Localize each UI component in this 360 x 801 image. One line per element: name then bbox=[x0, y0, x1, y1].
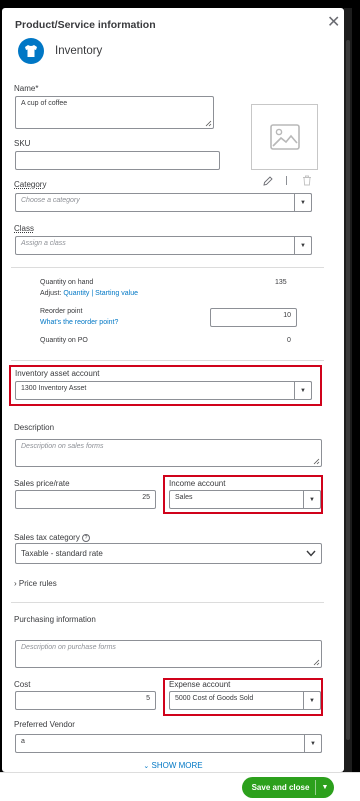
resize-handle-icon[interactable] bbox=[313, 458, 320, 465]
sales-price-field[interactable]: 25 bbox=[15, 490, 156, 509]
sales-price-value: 25 bbox=[142, 494, 150, 501]
reorder-point-label: Reorder point bbox=[40, 308, 83, 315]
category-select[interactable]: Choose a category ▼ bbox=[15, 193, 312, 212]
reorder-help-link[interactable]: What's the reorder point? bbox=[40, 319, 118, 326]
name-field[interactable]: A cup of coffee bbox=[15, 96, 214, 129]
quantity-on-po-label: Quantity on PO bbox=[40, 337, 88, 344]
scrollbar-thumb[interactable] bbox=[346, 40, 350, 740]
name-value: A cup of coffee bbox=[21, 100, 68, 107]
sales-tax-select[interactable]: Taxable - standard rate bbox=[15, 543, 322, 564]
trash-icon[interactable] bbox=[302, 175, 312, 186]
save-and-close-button[interactable]: Save and close ▼ bbox=[242, 777, 334, 798]
description-field[interactable]: Description on sales forms bbox=[15, 439, 322, 467]
class-placeholder: Assign a class bbox=[21, 240, 66, 247]
category-label: Category bbox=[14, 180, 47, 189]
class-label: Class bbox=[14, 224, 35, 233]
highlight-expense-account bbox=[163, 678, 323, 716]
caret-down-icon: ▼ bbox=[310, 740, 316, 747]
price-rules-label: Price rules bbox=[18, 579, 57, 588]
product-service-panel: Product/Service information ✕ Inventory … bbox=[2, 8, 344, 772]
help-icon[interactable]: ? bbox=[82, 533, 91, 542]
caret-down-icon: ▼ bbox=[300, 199, 306, 206]
sku-label: SKU bbox=[14, 139, 31, 148]
description-placeholder: Description on sales forms bbox=[21, 443, 104, 450]
resize-handle-icon[interactable] bbox=[205, 120, 212, 127]
show-more-label: SHOW MORE bbox=[151, 761, 203, 770]
quantity-on-po-value: 0 bbox=[287, 337, 291, 344]
chevron-right-icon: › bbox=[14, 579, 17, 588]
shirt-icon bbox=[25, 45, 37, 57]
adjust-separator: | bbox=[91, 290, 94, 297]
quantity-on-hand-value: 135 bbox=[275, 279, 287, 286]
sales-price-label: Sales price/rate bbox=[14, 479, 70, 488]
preferred-vendor-label: Preferred Vendor bbox=[14, 720, 75, 729]
preferred-vendor-value: a bbox=[21, 738, 25, 745]
chevron-down-icon bbox=[306, 550, 316, 557]
sales-tax-value: Taxable - standard rate bbox=[21, 549, 103, 558]
resize-handle-icon[interactable] bbox=[313, 659, 320, 666]
adjust-starting-value-link[interactable]: Starting value bbox=[95, 290, 138, 297]
item-type-label: Inventory bbox=[55, 45, 103, 57]
sales-tax-label-text: Sales tax category bbox=[14, 533, 80, 542]
product-image-placeholder[interactable] bbox=[251, 104, 318, 170]
sku-field[interactable] bbox=[15, 151, 220, 170]
close-icon[interactable]: ✕ bbox=[327, 15, 340, 31]
chevron-down-icon: ⌄ bbox=[143, 763, 150, 770]
sales-tax-label: Sales tax category ? bbox=[14, 533, 91, 542]
image-icon bbox=[269, 124, 300, 150]
reorder-point-field[interactable]: 10 bbox=[210, 308, 297, 327]
adjust-row: Adjust: Quantity | Starting value bbox=[40, 290, 138, 297]
save-and-close-label: Save and close bbox=[251, 783, 310, 792]
purchase-description-field[interactable]: Description on purchase forms bbox=[15, 640, 322, 668]
highlight-income-account bbox=[163, 475, 323, 514]
reorder-point-value: 10 bbox=[283, 312, 291, 319]
edit-pencil-icon[interactable] bbox=[263, 176, 273, 186]
section-divider bbox=[11, 267, 324, 268]
category-placeholder: Choose a category bbox=[21, 197, 80, 204]
adjust-quantity-link[interactable]: Quantity bbox=[63, 290, 89, 297]
quantity-on-hand-label: Quantity on hand bbox=[40, 279, 94, 286]
purchase-description-placeholder: Description on purchase forms bbox=[21, 644, 116, 651]
caret-down-icon: ▼ bbox=[300, 242, 306, 249]
section-divider bbox=[11, 602, 324, 603]
preferred-vendor-dropdown-button[interactable]: ▼ bbox=[304, 734, 322, 753]
cost-label: Cost bbox=[14, 680, 31, 689]
adjust-prefix: Adjust: bbox=[40, 290, 62, 297]
inventory-type-icon[interactable] bbox=[18, 38, 44, 64]
name-label: Name* bbox=[14, 84, 39, 93]
class-select[interactable]: Assign a class ▼ bbox=[15, 236, 312, 255]
panel-footer: Save and close ▼ bbox=[0, 772, 360, 801]
caret-down-icon[interactable]: ▼ bbox=[316, 784, 334, 791]
app-frame: Product/Service information ✕ Inventory … bbox=[0, 0, 360, 801]
highlight-inventory-asset bbox=[9, 365, 322, 406]
cost-field[interactable]: 5 bbox=[15, 691, 156, 710]
image-actions-divider bbox=[286, 176, 287, 185]
class-dropdown-button[interactable]: ▼ bbox=[294, 236, 312, 255]
panel-title: Product/Service information bbox=[15, 19, 156, 31]
category-dropdown-button[interactable]: ▼ bbox=[294, 193, 312, 212]
section-divider bbox=[11, 360, 324, 361]
price-rules-toggle[interactable]: › Price rules bbox=[14, 579, 57, 588]
preferred-vendor-select[interactable]: a ▼ bbox=[15, 734, 322, 753]
cost-value: 5 bbox=[146, 695, 150, 702]
show-more-link[interactable]: ⌄ SHOW MORE bbox=[2, 761, 344, 770]
description-label: Description bbox=[14, 423, 55, 432]
purchasing-info-label: Purchasing information bbox=[14, 615, 96, 624]
